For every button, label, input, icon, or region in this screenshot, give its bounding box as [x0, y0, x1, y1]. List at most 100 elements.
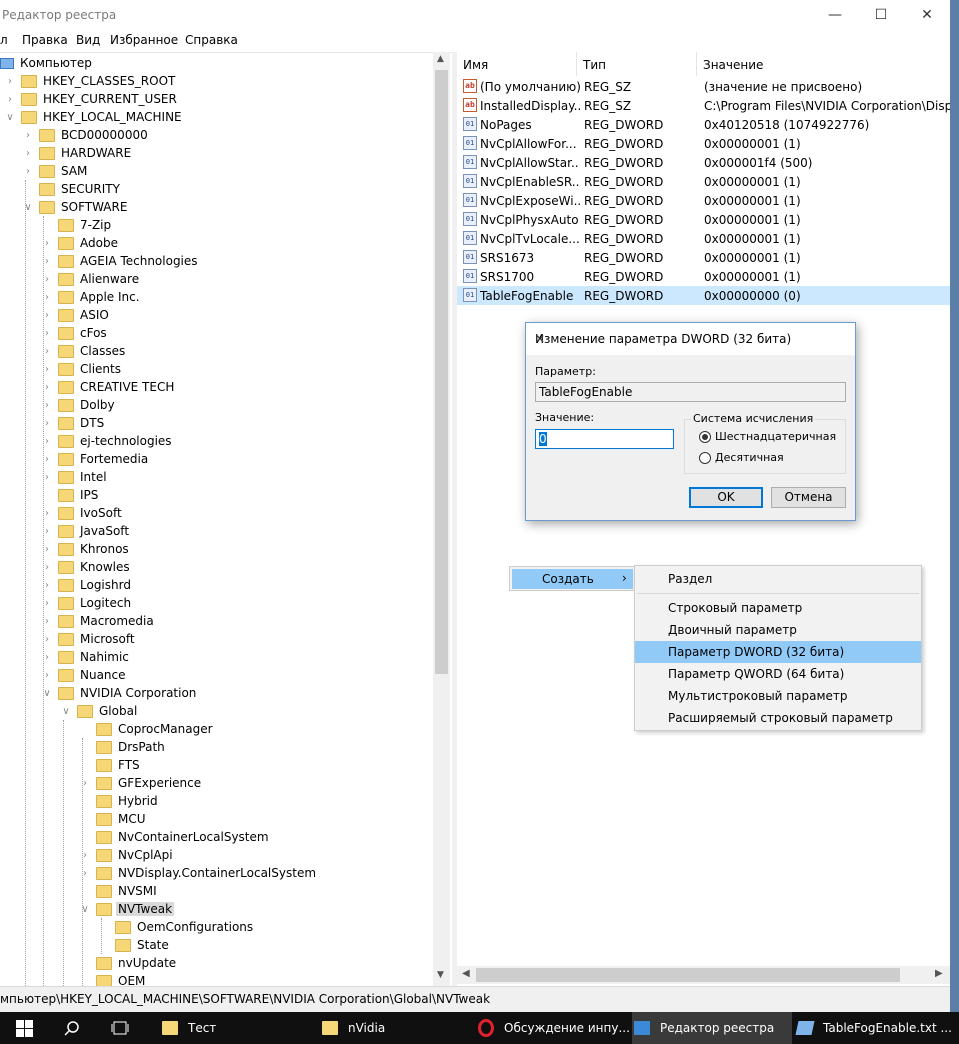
chevron-right-icon[interactable]: › — [79, 850, 91, 861]
scroll-right-icon[interactable]: ▶ — [935, 968, 943, 979]
tree-item[interactable]: State — [98, 936, 171, 954]
menu-file[interactable]: л — [0, 33, 8, 47]
cancel-button[interactable]: Отмена — [771, 487, 846, 508]
close-button[interactable]: ✕ — [904, 0, 950, 30]
tree-item[interactable]: › ASIO — [41, 306, 111, 324]
value-row[interactable]: 01 NvCplEnableSR... REG_DWORD 0x00000001 (1… — [457, 172, 950, 191]
tree-item[interactable]: ∨ Global — [60, 702, 139, 720]
menu-item-key[interactable]: Раздел — [635, 568, 921, 590]
tree-item[interactable]: OEM — [79, 972, 147, 986]
menu-item-string[interactable]: Строковый параметр — [635, 597, 921, 619]
tree-item[interactable]: MCU — [79, 810, 148, 828]
taskbar-item[interactable]: nVidia — [320, 1012, 470, 1044]
tree-item[interactable]: › Logishrd — [41, 576, 133, 594]
menu-item-dword[interactable]: Параметр DWORD (32 бита) — [635, 641, 921, 663]
value-row[interactable]: 01 NvCplPhysxAuto REG_DWORD 0x00000001 (1) — [457, 210, 950, 229]
chevron-right-icon[interactable]: › — [4, 76, 16, 87]
chevron-right-icon[interactable]: › — [79, 778, 91, 789]
scroll-left-icon[interactable]: ◀ — [462, 968, 470, 979]
tree-vertical-scrollbar[interactable]: ▲ ▼ — [433, 52, 450, 986]
tree-scroll-thumb[interactable] — [435, 70, 448, 674]
tree-item[interactable]: Hybrid — [79, 792, 160, 810]
menu-item-multistring[interactable]: Мультистроковый параметр — [635, 685, 921, 707]
value-row[interactable]: ab InstalledDisplay... REG_SZ C:\Program Fi… — [457, 96, 950, 115]
column-header-type[interactable]: Тип — [577, 52, 697, 76]
list-scroll-thumb[interactable] — [476, 968, 900, 982]
chevron-right-icon[interactable]: › — [79, 868, 91, 879]
value-row[interactable]: 01 SRS1700 REG_DWORD 0x00000001 (1) — [457, 267, 950, 286]
tree-item[interactable]: FTS — [79, 756, 142, 774]
tree-item[interactable]: SECURITY — [22, 180, 122, 198]
tree-item[interactable]: NvContainerLocalSystem — [79, 828, 271, 846]
radio-dec[interactable]: Десятичная — [699, 451, 784, 464]
tree-item[interactable]: › NVDisplay.ContainerLocalSystem — [79, 864, 318, 882]
menu-help[interactable]: Справка — [185, 33, 238, 47]
tree-item[interactable]: › GFExperience — [79, 774, 203, 792]
chevron-right-icon[interactable]: › — [22, 148, 34, 159]
start-button[interactable] — [0, 1012, 48, 1044]
tree-item[interactable]: DrsPath — [79, 738, 167, 756]
menu-item-expandable-string[interactable]: Расширяемый строковый параметр — [635, 707, 921, 729]
tree-item[interactable]: ∨ NVTweak — [79, 900, 175, 918]
tree-item[interactable]: › Apple Inc. — [41, 288, 142, 306]
taskbar-item[interactable]: Обсуждение инпу... — [476, 1012, 630, 1044]
taskbar-item[interactable]: TableFogEnable.txt ... — [795, 1012, 955, 1044]
tree-item[interactable]: › JavaSoft — [41, 522, 131, 540]
tree-item[interactable]: › Adobe — [41, 234, 120, 252]
tree-item[interactable]: › BCD00000000 — [22, 126, 150, 144]
chevron-down-icon[interactable]: ∨ — [4, 112, 16, 123]
value-row[interactable]: 01 NvCplAllowStar... REG_DWORD 0x000001f4 (… — [457, 153, 950, 172]
tree-item[interactable]: › HKEY_CURRENT_USER — [4, 90, 179, 108]
menu-item-create[interactable]: Создать › — [512, 569, 633, 589]
tree-item[interactable]: ∨ NVIDIA Corporation — [41, 684, 198, 702]
tree-item[interactable]: nvUpdate — [79, 954, 178, 972]
tree-item[interactable]: › Macromedia — [41, 612, 156, 630]
maximize-button[interactable]: ☐ — [858, 0, 904, 30]
tree-item[interactable]: 7-Zip — [41, 216, 113, 234]
value-row[interactable]: 01 NoPages REG_DWORD 0x40120518 (1074922776… — [457, 115, 950, 134]
value-input[interactable]: 0 — [535, 429, 674, 449]
dialog-close-icon[interactable]: ✕ — [535, 332, 849, 346]
task-view-button[interactable] — [96, 1012, 144, 1044]
search-button[interactable] — [48, 1012, 96, 1044]
registry-tree[interactable]: Компьютер › HKEY_CLASSES_ROOT › HKEY_CURREN… — [0, 52, 453, 986]
tree-item[interactable]: › SAM — [22, 162, 89, 180]
tree-item[interactable]: › NvCplApi — [79, 846, 175, 864]
tree-item[interactable]: CoprocManager — [79, 720, 215, 738]
menu-view[interactable]: Вид — [76, 33, 100, 47]
value-row[interactable]: 01 SRS1673 REG_DWORD 0x00000001 (1) — [457, 248, 950, 267]
list-horizontal-scrollbar[interactable]: ◀ ▶ — [457, 966, 950, 984]
tree-item[interactable]: › ej-technologies — [41, 432, 174, 450]
chevron-right-icon[interactable]: › — [22, 130, 34, 141]
value-row[interactable]: 01 NvCplTvLocale... REG_DWORD 0x00000001 (1… — [457, 229, 950, 248]
scroll-up-icon[interactable]: ▲ — [437, 54, 444, 64]
menu-item-binary[interactable]: Двоичный параметр — [635, 619, 921, 641]
menu-favorites[interactable]: Избранное — [110, 33, 178, 47]
taskbar-item[interactable]: Тест — [160, 1012, 310, 1044]
column-header-name[interactable]: Имя — [457, 52, 577, 76]
tree-item[interactable]: IPS — [41, 486, 100, 504]
tree-item[interactable]: › cFos — [41, 324, 109, 342]
tree-item[interactable]: › Fortemedia — [41, 450, 150, 468]
value-row[interactable]: 01 NvCplExposeWi... REG_DWORD 0x00000001 (1… — [457, 191, 950, 210]
tree-root[interactable]: Компьютер — [0, 54, 94, 72]
tree-item[interactable]: › Dolby — [41, 396, 117, 414]
value-row[interactable]: ab (По умолчанию) REG_SZ (значение не присв… — [457, 77, 950, 96]
tree-item[interactable]: › HKEY_CLASSES_ROOT — [4, 72, 177, 90]
tree-item[interactable]: › Intel — [41, 468, 109, 486]
tree-item[interactable]: › Khronos — [41, 540, 131, 558]
tree-item[interactable]: › DTS — [41, 414, 106, 432]
chevron-down-icon[interactable]: ∨ — [60, 706, 72, 717]
radio-hex[interactable]: Шестнадцатеричная — [699, 430, 836, 443]
tree-item[interactable]: › HARDWARE — [22, 144, 133, 162]
tree-item[interactable]: › Knowles — [41, 558, 132, 576]
tree-item[interactable]: › Alienware — [41, 270, 141, 288]
value-row[interactable]: 01 TableFogEnable REG_DWORD 0x00000000 (0) — [457, 286, 950, 305]
tree-item[interactable]: › Classes — [41, 342, 127, 360]
chevron-right-icon[interactable]: › — [4, 94, 16, 105]
tree-item[interactable]: ∨ HKEY_LOCAL_MACHINE — [4, 108, 184, 126]
tree-item[interactable]: › Clients — [41, 360, 123, 378]
tree-item[interactable]: ∨ SOFTWARE — [22, 198, 129, 216]
chevron-down-icon[interactable]: ∨ — [79, 904, 91, 915]
tree-item[interactable]: › CREATIVE TECH — [41, 378, 176, 396]
